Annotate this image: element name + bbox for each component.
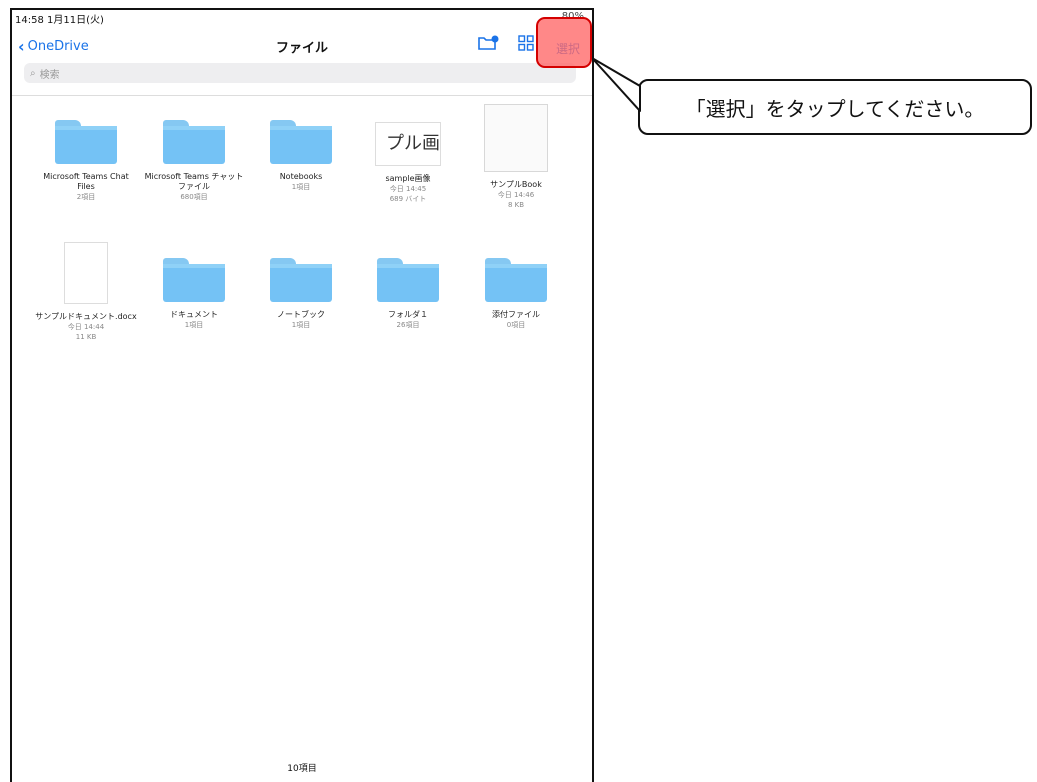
callout-pointer — [591, 57, 641, 112]
select-highlight — [536, 17, 592, 68]
